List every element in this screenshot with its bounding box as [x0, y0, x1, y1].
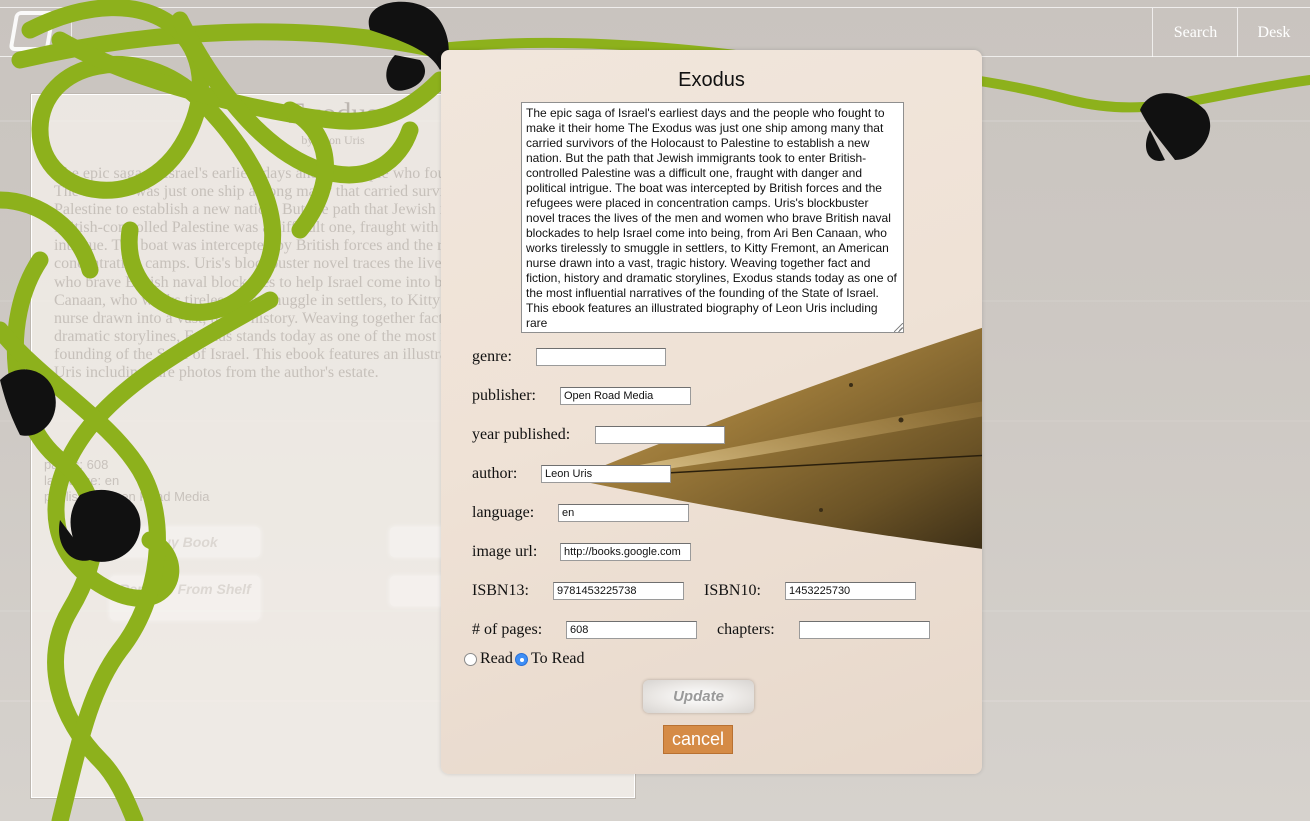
modal-title: Exodus	[678, 69, 745, 91]
publisher-input[interactable]: Open Road Media	[560, 387, 691, 405]
cancel-button[interactable]: cancel	[663, 725, 733, 754]
buy-book-button[interactable]: Buy Book	[110, 527, 260, 557]
nav-search-button[interactable]: Search	[1152, 8, 1238, 57]
update-button[interactable]: Update	[643, 680, 754, 713]
year-published-input[interactable]	[595, 426, 725, 444]
chapters-input[interactable]	[799, 621, 930, 639]
resize-grip-icon[interactable]	[894, 323, 903, 332]
book-language: language: en	[44, 473, 120, 488]
logo-button[interactable]	[0, 8, 72, 57]
author-input[interactable]: Leon Uris	[541, 465, 671, 483]
genre-label: genre:	[472, 348, 512, 365]
pages-label: # of pages:	[472, 621, 543, 638]
image-url-input[interactable]: http://books.google.com	[560, 543, 691, 561]
edit-book-modal: Exodus The epic saga of Israel's earlies…	[441, 50, 982, 774]
language-label: language:	[472, 504, 535, 521]
isbn13-label: ISBN13:	[472, 582, 529, 599]
to-read-radio-label: To Read	[531, 650, 585, 667]
author-label: author:	[472, 465, 518, 482]
description-textarea[interactable]: The epic saga of Israel's earliest days …	[521, 102, 904, 333]
nav-desk-button[interactable]: Desk	[1237, 8, 1310, 57]
isbn10-label: ISBN10:	[704, 582, 761, 599]
image-url-label: image url:	[472, 543, 538, 560]
book-pages: pages: 608	[44, 457, 109, 472]
year-published-label: year published:	[472, 426, 571, 443]
e-logo-icon	[8, 11, 56, 51]
book-publisher: publisher: Open Road Media	[44, 489, 210, 504]
language-input[interactable]: en	[558, 504, 689, 522]
read-radio[interactable]	[464, 653, 477, 666]
publisher-label: publisher:	[472, 387, 536, 404]
genre-input[interactable]	[536, 348, 666, 366]
remove-from-shelf-button[interactable]: Remove From Shelf	[110, 576, 260, 620]
isbn10-input[interactable]: 1453225730	[785, 582, 916, 600]
chapters-label: chapters:	[717, 621, 775, 638]
pages-input[interactable]: 608	[566, 621, 697, 639]
to-read-radio[interactable]	[515, 653, 528, 666]
isbn13-input[interactable]: 9781453225738	[553, 582, 684, 600]
read-radio-label: Read	[480, 650, 513, 667]
